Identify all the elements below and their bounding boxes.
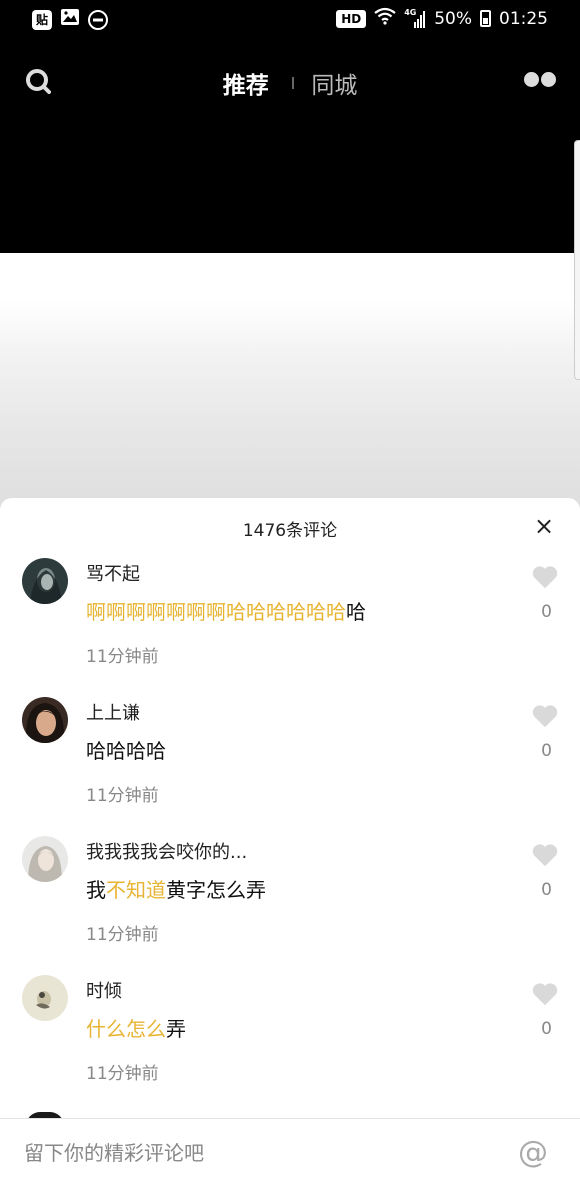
comment-text-highlight: 什么怎么 (86, 1017, 166, 1041)
comment-item: 时倾 什么怎么弄 11分钟前 0 (0, 975, 580, 1095)
comment-item: 上上谦 哈哈哈哈 11分钟前 0 (0, 697, 580, 817)
comment-text-before: 我 (86, 878, 106, 902)
comment-input[interactable] (24, 1141, 484, 1165)
comment-text: 哈哈哈哈 (86, 735, 166, 764)
video-area[interactable] (0, 253, 580, 513)
heart-icon[interactable] (530, 701, 560, 731)
comment-time: 11分钟前 (86, 786, 159, 806)
comment-time: 11分钟前 (86, 925, 159, 945)
battery-percent: 50% (434, 8, 472, 29)
comment-item: 骂不起 啊啊啊啊啊啊啊哈哈哈哈哈哈哈 11分钟前 0 (0, 558, 580, 678)
signal-icon: 4G (404, 8, 426, 28)
comment-username[interactable]: 上上谦 (86, 699, 140, 725)
mention-icon[interactable]: @ (518, 1135, 548, 1170)
tieba-icon: 贴 (32, 9, 52, 30)
comment-text: 我不知道黄字怎么弄 (86, 874, 266, 903)
comment-input-bar: @ (0, 1118, 580, 1192)
hd-badge: HD (336, 9, 367, 28)
comment-text-after: 黄字怎么弄 (166, 878, 266, 902)
comment-text: 什么怎么弄 (86, 1013, 186, 1042)
wifi-icon (374, 7, 396, 30)
comment-username[interactable]: 时倾 (86, 977, 122, 1003)
comment-username[interactable]: 骂不起 (86, 560, 140, 586)
battery-icon (480, 10, 491, 27)
feed-tabs: 推荐 同城 (0, 66, 580, 100)
comment-text-after: 弄 (166, 1017, 186, 1041)
image-icon (60, 8, 80, 31)
status-bar: 贴 HD 4G 50% 01:25 (0, 0, 580, 38)
like-count: 0 (541, 1019, 552, 1039)
heart-icon[interactable] (530, 979, 560, 1009)
comment-count: 1476条评论 (242, 521, 338, 541)
like-count: 0 (541, 880, 552, 900)
comment-text-highlight: 啊啊啊啊啊啊啊哈哈哈哈哈哈 (86, 600, 346, 624)
avatar[interactable] (22, 558, 68, 604)
like-count: 0 (541, 741, 552, 761)
comment-text: 啊啊啊啊啊啊啊哈哈哈哈哈哈哈 (86, 596, 366, 625)
scroll-handle[interactable] (574, 140, 580, 380)
heart-icon[interactable] (530, 840, 560, 870)
comment-sheet: 1476条评论 × 骂不起 啊啊啊啊啊啊啊哈哈哈哈哈哈哈 11分钟前 0 上上谦… (0, 498, 580, 1192)
status-right-icons: HD 4G 50% 01:25 (336, 7, 548, 30)
like-count: 0 (541, 602, 552, 622)
comment-time: 11分钟前 (86, 1064, 159, 1084)
comment-text-plain: 哈 (346, 600, 366, 624)
comment-text-plain: 哈哈哈哈 (86, 739, 166, 763)
comment-sheet-header: 1476条评论 × (0, 498, 580, 556)
tab-local[interactable]: 同城 (311, 66, 357, 100)
heart-icon[interactable] (530, 562, 560, 592)
comment-username[interactable]: 我我我我会咬你的... (86, 838, 247, 864)
avatar[interactable] (22, 975, 68, 1021)
dnd-icon (88, 9, 108, 30)
close-button[interactable]: × (532, 514, 556, 538)
avatar[interactable] (22, 836, 68, 882)
comment-text-highlight: 不知道 (106, 878, 166, 902)
clock: 01:25 (499, 8, 548, 29)
comment-item: 我我我我会咬你的... 我不知道黄字怎么弄 11分钟前 0 (0, 836, 580, 956)
tab-recommended[interactable]: 推荐 (223, 66, 269, 100)
status-left-icons: 贴 (32, 8, 108, 31)
top-nav: 推荐 同城 (0, 58, 580, 104)
more-dots-icon[interactable] (524, 72, 556, 90)
tab-divider (292, 77, 294, 89)
avatar[interactable] (22, 697, 68, 743)
comment-time: 11分钟前 (86, 647, 159, 667)
